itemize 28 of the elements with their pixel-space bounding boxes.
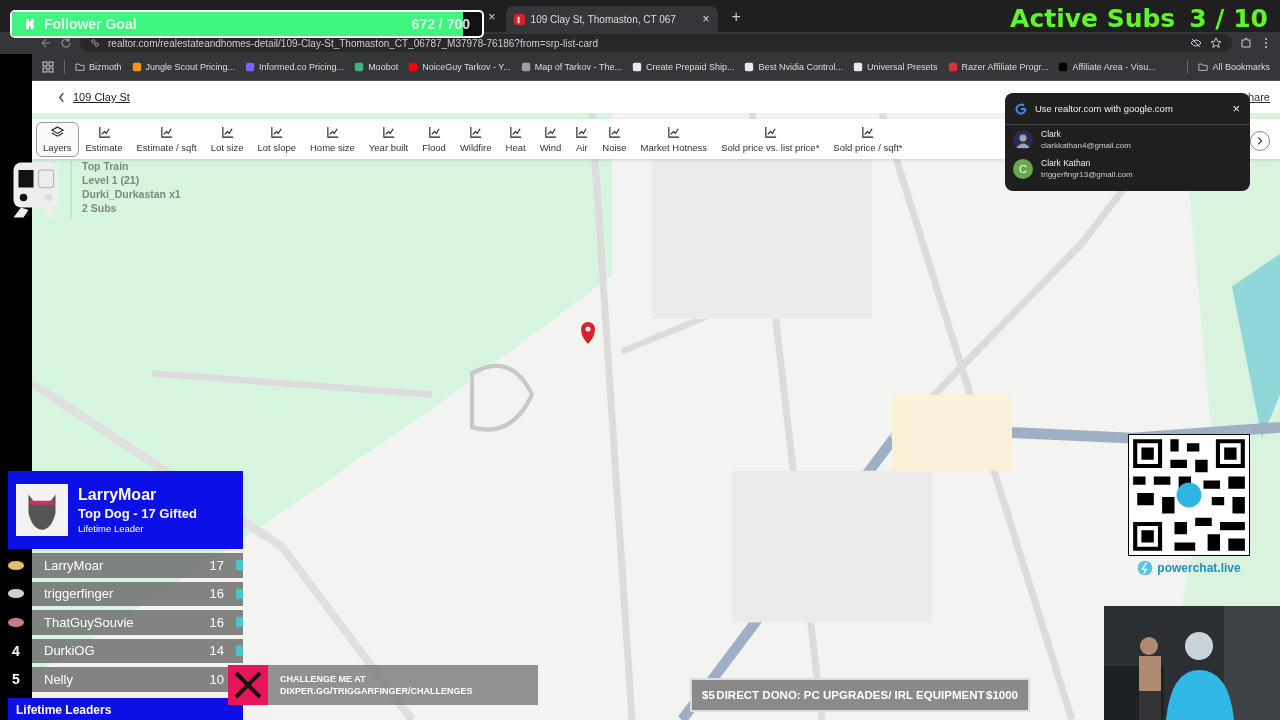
bookmark[interactable]: Jungle Scout Pricing... <box>131 62 236 72</box>
share-link[interactable]: hare <box>1247 91 1270 103</box>
url-text: realtor.com/realestateandhomes-detail/109-Clay-St_Thomaston_CT_06787_M37978-76186?from=srp-list-card <box>108 37 598 49</box>
goal-label: Follower Goal <box>44 16 137 32</box>
browser-tab[interactable]: 109 Clay St, Thomaston, CT 067 × <box>505 6 718 32</box>
bookmark[interactable]: NoiceGuy Tarkov - Y... <box>408 62 511 72</box>
bookmark[interactable]: Create Prepaid Ship... <box>631 62 735 72</box>
close-button[interactable]: × <box>1232 101 1240 116</box>
bookmark[interactable]: Informed.co Pricing... <box>245 62 345 72</box>
address-bar[interactable]: realtor.com/realestateandhomes-detail/109-Clay-St_Thomaston_CT_06787_M37978-76186?from=srp-list-card <box>80 34 1232 52</box>
tab-title: 109 Clay St, Thomaston, CT 067 <box>530 13 677 25</box>
bookmark[interactable]: Best Nvidia Control... <box>744 62 844 72</box>
rank-number: 5 <box>12 671 20 688</box>
subs-count: 3 / 10 <box>1189 4 1268 33</box>
bookmark[interactable]: Affiliate Area - Visu... <box>1058 62 1156 72</box>
rank-number: 4 <box>12 642 20 659</box>
tab-close-button[interactable]: × <box>484 9 500 32</box>
subs-label: Active Subs <box>1010 4 1176 33</box>
bookmark[interactable]: Moobot <box>354 62 399 72</box>
back-link[interactable]: 109 Clay St <box>73 91 130 103</box>
popup-title: Use realtor.com with google.com <box>1035 103 1173 114</box>
bookmark[interactable]: Map of Tarkov - The... <box>520 62 622 72</box>
all-bookmarks-button[interactable]: All Bookmarks <box>1198 62 1270 72</box>
new-tab-button[interactable]: + <box>723 8 749 32</box>
bookmark[interactable]: Universal Presets <box>853 62 938 72</box>
bookmark[interactable]: Bizmoth <box>75 62 122 72</box>
tab-close-button[interactable]: × <box>702 12 710 26</box>
bookmark[interactable]: Razer Affiliate Progr... <box>947 62 1049 72</box>
